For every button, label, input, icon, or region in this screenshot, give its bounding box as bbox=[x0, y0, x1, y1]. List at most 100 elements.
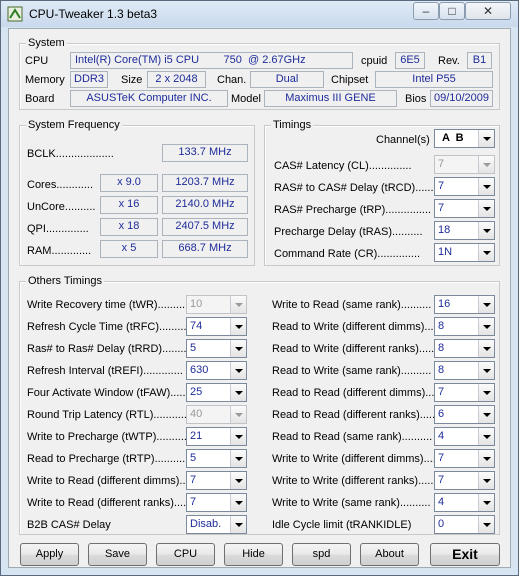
model-value: Maximus III GENE bbox=[264, 90, 397, 107]
right-write-to-read-same-rank-value: 16 bbox=[438, 298, 451, 310]
right-write-to-write-same-rank-select[interactable]: 4 bbox=[434, 493, 495, 512]
rev-label: Rev. bbox=[438, 55, 460, 67]
left-b2b-cas-delay-label: B2B CAS# Delay bbox=[27, 519, 111, 531]
cas-latency-select: 7 bbox=[434, 155, 495, 174]
right-read-to-read-different-dimms-select[interactable]: 7 bbox=[434, 383, 495, 402]
cores-frequency: 1203.7 MHz bbox=[162, 174, 248, 192]
apply-button[interactable]: Apply bbox=[20, 543, 79, 566]
right-read-to-read-same-rank-value: 4 bbox=[438, 430, 445, 442]
left-four-activate-window-tfaw-select[interactable]: 25 bbox=[186, 383, 247, 402]
command-rate-label: Command Rate (CR).............. bbox=[274, 248, 421, 260]
memory-label: Memory bbox=[25, 74, 65, 86]
chevron-down-icon bbox=[230, 428, 246, 445]
left-refresh-cycle-time-trfc-select[interactable]: 74 bbox=[186, 317, 247, 336]
minimize-button[interactable]: – bbox=[413, 2, 439, 20]
trp-select[interactable]: 7 bbox=[434, 199, 495, 218]
chevron-down-icon bbox=[478, 362, 494, 379]
left-write-to-read-different-ranks-label: Write to Read (different ranks).... bbox=[27, 497, 187, 509]
bclk-value: 133.7 MHz bbox=[162, 144, 248, 162]
save-button[interactable]: Save bbox=[88, 543, 147, 566]
left-write-to-precharge-twtp-select[interactable]: 21 bbox=[186, 427, 247, 446]
right-read-to-write-same-rank-value: 8 bbox=[438, 364, 445, 376]
system-legend: System bbox=[26, 36, 67, 50]
chevron-down-icon bbox=[478, 244, 494, 261]
right-read-to-write-different-dimms-select[interactable]: 8 bbox=[434, 317, 495, 336]
chevron-down-icon bbox=[478, 178, 494, 195]
tras-select[interactable]: 18 bbox=[434, 221, 495, 240]
others-timings-legend: Others Timings bbox=[26, 274, 104, 288]
left-round-trip-latency-rtl-label: Round Trip Latency (RTL)........... bbox=[27, 409, 187, 421]
right-read-to-read-different-ranks-select[interactable]: 6 bbox=[434, 405, 495, 424]
left-write-recovery-time-twr-select: 10 bbox=[186, 295, 247, 314]
uncore-frequency: 2140.0 MHz bbox=[162, 196, 248, 214]
left-refresh-cycle-time-trfc-label: Refresh Cycle Time (tRFC).......... bbox=[27, 321, 190, 333]
chevron-down-icon bbox=[478, 428, 494, 445]
title-bar[interactable]: CPU-Tweaker 1.3 beta3 – □ ✕ bbox=[1, 1, 518, 27]
chevron-down-icon bbox=[478, 340, 494, 357]
chan-value: Dual bbox=[250, 71, 324, 88]
board-label: Board bbox=[25, 93, 55, 105]
about-button[interactable]: About bbox=[360, 543, 419, 566]
cpu-value: Intel(R) Core(TM) i5 CPU 750 @ 2.67GHz bbox=[70, 52, 353, 69]
bios-label: Bios bbox=[405, 93, 427, 105]
left-read-to-precharge-trtp-select[interactable]: 5 bbox=[186, 449, 247, 468]
left-write-to-precharge-twtp-label: Write to Precharge (tWTP).......... bbox=[27, 431, 187, 443]
chevron-down-icon bbox=[478, 516, 494, 533]
exit-button[interactable]: Exit bbox=[430, 543, 500, 566]
right-idle-cycle-limit-trankidle-value: 0 bbox=[438, 518, 445, 530]
memory-value: DDR3 bbox=[70, 71, 108, 88]
left-ras-to-ras-delay-trrd-select[interactable]: 5 bbox=[186, 339, 247, 358]
hide-button[interactable]: Hide bbox=[224, 543, 283, 566]
right-write-to-write-different-dimms-label: Write to Write (different dimms).... bbox=[272, 453, 436, 465]
tras-label: Precharge Delay (tRAS).......... bbox=[274, 226, 423, 238]
bclk-label: BCLK................... bbox=[27, 148, 114, 160]
bios-value: 09/10/2009 bbox=[430, 90, 493, 107]
right-write-to-read-same-rank-select[interactable]: 16 bbox=[434, 295, 495, 314]
cas-latency-label: CAS# Latency (CL).............. bbox=[274, 160, 412, 172]
chevron-down-icon bbox=[478, 384, 494, 401]
ram-multiplier: x 5 bbox=[100, 240, 158, 258]
chan-label: Chan. bbox=[217, 74, 247, 86]
chevron-down-icon bbox=[478, 318, 494, 335]
left-refresh-cycle-time-trfc-value: 74 bbox=[190, 320, 203, 332]
left-refresh-interval-trefi-select[interactable]: 630 bbox=[186, 361, 247, 380]
app-window: CPU-Tweaker 1.3 beta3 – □ ✕ System CPU I… bbox=[0, 0, 519, 576]
left-four-activate-window-tfaw-label: Four Activate Window (tFAW)...... bbox=[27, 387, 189, 399]
left-write-to-precharge-twtp-value: 21 bbox=[190, 430, 203, 442]
command-rate-select[interactable]: 1N bbox=[434, 243, 495, 262]
chipset-label: Chipset bbox=[331, 74, 369, 86]
right-idle-cycle-limit-trankidle-select[interactable]: 0 bbox=[434, 515, 495, 534]
right-read-to-write-same-rank-select[interactable]: 8 bbox=[434, 361, 495, 380]
cpu-button[interactable]: CPU bbox=[156, 543, 215, 566]
left-write-to-read-different-ranks-select[interactable]: 7 bbox=[186, 493, 247, 512]
channel-select-value: A B bbox=[442, 132, 464, 144]
chevron-down-icon bbox=[230, 472, 246, 489]
chevron-down-icon bbox=[478, 472, 494, 489]
left-write-to-read-different-dimms-select[interactable]: 7 bbox=[186, 471, 247, 490]
ram-label: RAM............. bbox=[27, 245, 92, 257]
left-refresh-interval-trefi-label: Refresh Interval (tREFI)............. bbox=[27, 365, 183, 377]
right-write-to-write-different-dimms-select[interactable]: 7 bbox=[434, 449, 495, 468]
right-read-to-read-same-rank-select[interactable]: 4 bbox=[434, 427, 495, 446]
qpi-multiplier: x 18 bbox=[100, 218, 158, 236]
left-b2b-cas-delay-select[interactable]: Disab. bbox=[186, 515, 247, 534]
right-write-to-write-different-ranks-select[interactable]: 7 bbox=[434, 471, 495, 490]
right-write-to-write-same-rank-label: Write to Write (same rank).......... bbox=[272, 497, 431, 509]
left-read-to-precharge-trtp-value: 5 bbox=[190, 452, 197, 464]
channel-select[interactable]: A B bbox=[434, 129, 495, 148]
chevron-down-icon bbox=[230, 516, 246, 533]
chipset-value: Intel P55 bbox=[375, 71, 493, 88]
right-read-to-write-different-ranks-select[interactable]: 8 bbox=[434, 339, 495, 358]
cpuid-value: 6E5 bbox=[395, 52, 425, 69]
system-frequency-legend: System Frequency bbox=[26, 118, 122, 132]
uncore-multiplier: x 16 bbox=[100, 196, 158, 214]
chevron-down-icon bbox=[478, 406, 494, 423]
app-icon bbox=[7, 6, 23, 22]
right-write-to-read-same-rank-label: Write to Read (same rank).......... bbox=[272, 299, 432, 311]
close-button[interactable]: ✕ bbox=[465, 2, 511, 20]
left-round-trip-latency-rtl-select: 40 bbox=[186, 405, 247, 424]
spd-button[interactable]: spd bbox=[292, 543, 351, 566]
trcd-select[interactable]: 7 bbox=[434, 177, 495, 196]
right-write-to-write-different-dimms-value: 7 bbox=[438, 452, 445, 464]
maximize-button[interactable]: □ bbox=[439, 2, 465, 20]
